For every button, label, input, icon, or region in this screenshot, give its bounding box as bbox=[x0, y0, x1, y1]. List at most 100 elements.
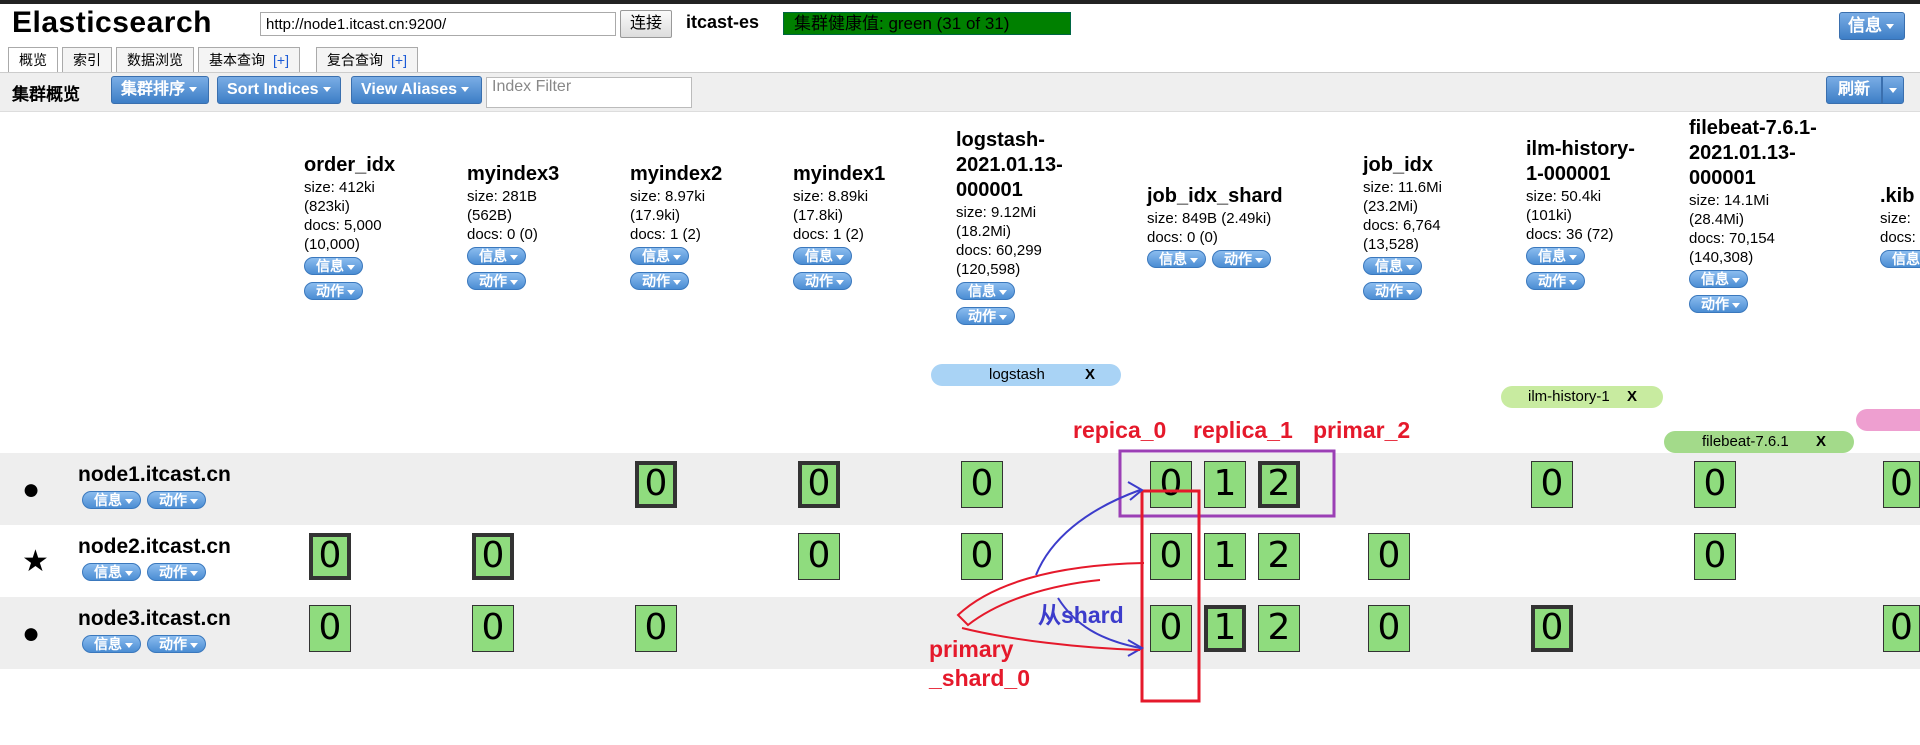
alias-label: filebeat-7.6.1 bbox=[1702, 433, 1789, 450]
index-action-button[interactable]: 动作 bbox=[467, 272, 526, 290]
index-size: size: 14.1Mi bbox=[1689, 192, 1770, 209]
pill-label: 信息 bbox=[1538, 248, 1566, 264]
shard-box[interactable]: 0 bbox=[1150, 605, 1192, 652]
index-filter-input[interactable]: Index Filter bbox=[486, 77, 692, 108]
annotation-primary-line2: _shard_0 bbox=[929, 665, 1031, 691]
node-name: node2.itcast.cn bbox=[78, 535, 231, 558]
index-info-button[interactable]: 信息 bbox=[1526, 247, 1585, 265]
tab-compound-query[interactable]: 复合查询 [+] bbox=[316, 47, 418, 72]
index-size-total: (17.9ki) bbox=[630, 207, 681, 224]
node-action-button[interactable]: 动作 bbox=[147, 563, 206, 581]
chevron-down-icon bbox=[190, 498, 198, 504]
index-size: size: 11.6Mi bbox=[1363, 179, 1442, 196]
index-info-button[interactable]: 信息 bbox=[467, 247, 526, 265]
shard-box[interactable]: 1 bbox=[1204, 533, 1246, 580]
shard-box[interactable]: 2 bbox=[1258, 533, 1300, 580]
close-icon[interactable]: X bbox=[1816, 431, 1826, 453]
index-docs-total: (13,528) bbox=[1363, 236, 1419, 253]
shard-box[interactable]: 0 bbox=[635, 605, 677, 652]
shard-box[interactable]: 0 bbox=[1531, 605, 1573, 652]
index-action-button[interactable]: 动作 bbox=[1689, 295, 1748, 313]
index-action-button[interactable]: 动作 bbox=[1363, 282, 1422, 300]
tab-browser[interactable]: 数据浏览 bbox=[116, 47, 194, 72]
shard-box[interactable]: 0 bbox=[961, 533, 1003, 580]
node-action-button[interactable]: 动作 bbox=[147, 635, 206, 653]
index-action-button[interactable]: 动作 bbox=[630, 272, 689, 290]
pill-label: 信息 bbox=[479, 248, 507, 264]
index-action-button[interactable]: 动作 bbox=[1212, 250, 1271, 268]
sort-indices-button[interactable]: Sort Indices bbox=[217, 76, 341, 104]
tab-basic-query[interactable]: 基本查询 [+] bbox=[198, 47, 300, 72]
shard-box[interactable]: 0 bbox=[1150, 533, 1192, 580]
app-title: Elasticsearch bbox=[12, 6, 212, 39]
shard-box[interactable]: 0 bbox=[961, 461, 1003, 508]
alias-kibana[interactable] bbox=[1856, 409, 1920, 431]
index-action-button[interactable]: 动作 bbox=[1526, 272, 1585, 290]
shard-box[interactable]: 1 bbox=[1204, 605, 1246, 652]
node-row: ● node1.itcast.cn 信息 动作 bbox=[0, 453, 1920, 525]
shard-box[interactable]: 0 bbox=[1883, 605, 1920, 652]
index-header-order-idx: order_idx size: 412ki (823ki) docs: 5,00… bbox=[304, 153, 459, 304]
shard-box[interactable]: 1 bbox=[1204, 461, 1246, 508]
chevron-down-icon bbox=[322, 87, 331, 93]
index-header-filebeat: filebeat-7.6.1-2021.01.13-000001 size: 1… bbox=[1689, 116, 1837, 317]
shard-box[interactable]: 0 bbox=[1368, 533, 1410, 580]
chevron-down-icon bbox=[461, 87, 470, 93]
index-action-button[interactable]: 动作 bbox=[304, 282, 363, 300]
sort-indices-label: Sort Indices bbox=[227, 81, 319, 98]
index-size-total: (562B) bbox=[467, 207, 513, 224]
alias-ilm-history[interactable]: ilm-history-1 X bbox=[1501, 386, 1663, 408]
shard-box[interactable]: 0 bbox=[1150, 461, 1192, 508]
pill-label: 动作 bbox=[479, 273, 507, 289]
index-size-total: (101ki) bbox=[1526, 207, 1572, 224]
chevron-down-icon bbox=[347, 264, 355, 270]
index-info-button[interactable]: 信息 bbox=[1147, 250, 1206, 268]
index-info-button[interactable]: 信息 bbox=[630, 247, 689, 265]
view-aliases-label: View Aliases bbox=[361, 81, 458, 98]
node-info-button[interactable]: 信息 bbox=[82, 635, 141, 653]
chevron-down-icon bbox=[999, 314, 1007, 320]
index-info-button[interactable]: 信息 bbox=[304, 257, 363, 275]
cluster-url-input[interactable] bbox=[260, 12, 616, 36]
shard-box[interactable]: 2 bbox=[1258, 605, 1300, 652]
shard-box[interactable]: 0 bbox=[1694, 533, 1736, 580]
node-action-button[interactable]: 动作 bbox=[147, 491, 206, 509]
index-info-button[interactable]: 信息 bbox=[1880, 250, 1920, 268]
view-aliases-button[interactable]: View Aliases bbox=[351, 76, 482, 104]
alias-filebeat[interactable]: filebeat-7.6.1 X bbox=[1664, 431, 1854, 453]
refresh-button[interactable]: 刷新 bbox=[1826, 76, 1882, 104]
shard-box[interactable]: 0 bbox=[1694, 461, 1736, 508]
index-header-myindex3: myindex3 size: 281B (562B) docs: 0 (0) 信… bbox=[467, 162, 622, 294]
tab-overview[interactable]: 概览 bbox=[8, 47, 58, 73]
node-info-button[interactable]: 信息 bbox=[82, 563, 141, 581]
sort-cluster-button[interactable]: 集群排序 bbox=[111, 76, 209, 104]
shard-box[interactable]: 2 bbox=[1258, 461, 1300, 508]
close-icon[interactable]: X bbox=[1085, 364, 1095, 386]
index-action-button[interactable]: 动作 bbox=[793, 272, 852, 290]
chevron-down-icon bbox=[1190, 257, 1198, 263]
index-action-button[interactable]: 动作 bbox=[956, 307, 1015, 325]
shard-box[interactable]: 0 bbox=[635, 461, 677, 508]
shard-box[interactable]: 0 bbox=[798, 533, 840, 580]
index-info-button[interactable]: 信息 bbox=[1363, 257, 1422, 275]
shard-box[interactable]: 0 bbox=[1531, 461, 1573, 508]
info-menu-button[interactable]: 信息 bbox=[1839, 12, 1905, 40]
refresh-dropdown-button[interactable] bbox=[1882, 76, 1904, 104]
shard-box[interactable]: 0 bbox=[472, 533, 514, 580]
shard-box[interactable]: 0 bbox=[472, 605, 514, 652]
shard-box[interactable]: 0 bbox=[1883, 461, 1920, 508]
index-info-button[interactable]: 信息 bbox=[1689, 270, 1748, 288]
node-info-button[interactable]: 信息 bbox=[82, 491, 141, 509]
close-icon[interactable]: X bbox=[1627, 386, 1637, 408]
shard-box[interactable]: 0 bbox=[309, 605, 351, 652]
index-info-button[interactable]: 信息 bbox=[956, 282, 1015, 300]
alias-logstash[interactable]: logstash X bbox=[931, 364, 1121, 386]
pill-label: 动作 bbox=[1701, 296, 1729, 312]
shard-box[interactable]: 0 bbox=[309, 533, 351, 580]
shard-box[interactable]: 0 bbox=[798, 461, 840, 508]
tab-indices[interactable]: 索引 bbox=[62, 47, 112, 72]
chevron-down-icon bbox=[510, 254, 518, 260]
connect-button[interactable]: 连接 bbox=[620, 10, 672, 38]
shard-box[interactable]: 0 bbox=[1368, 605, 1410, 652]
index-info-button[interactable]: 信息 bbox=[793, 247, 852, 265]
